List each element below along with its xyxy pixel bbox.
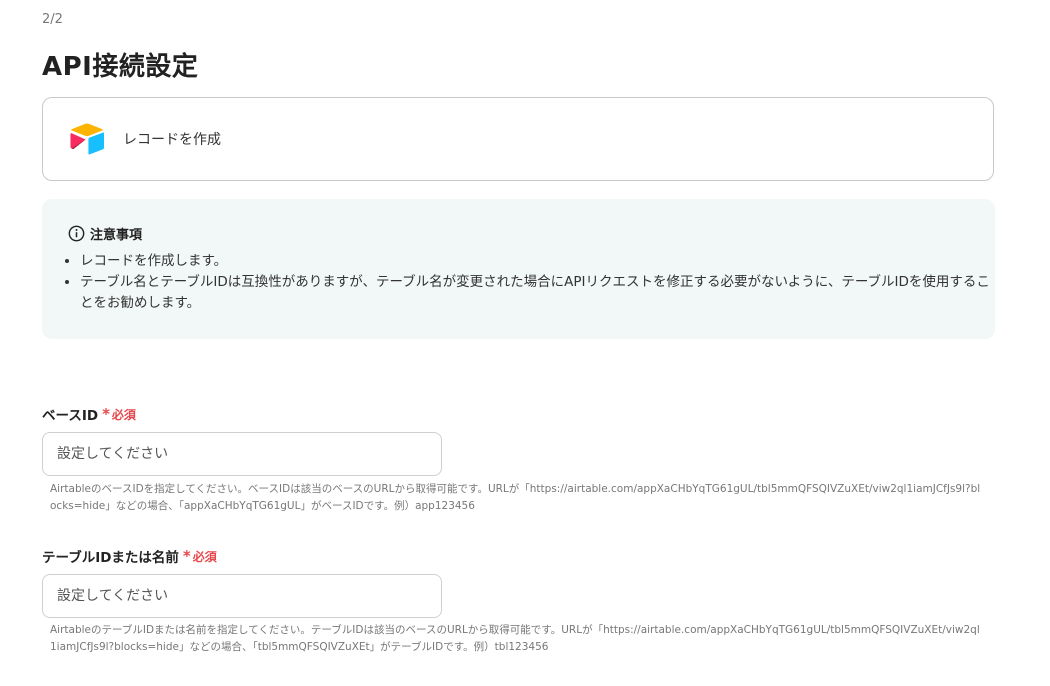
action-label: レコードを作成: [123, 132, 221, 148]
base-id-label: ベースID * 必須: [42, 404, 136, 424]
table-id-input[interactable]: [42, 574, 442, 618]
required-mark: *: [102, 405, 110, 423]
notice-box: 注意事項 レコードを作成します。 テーブル名とテーブルIDは互換性がありますが、…: [42, 199, 995, 339]
base-id-input[interactable]: [42, 432, 442, 476]
notice-heading: 注意事項: [68, 224, 142, 243]
action-card[interactable]: レコードを作成: [42, 97, 994, 181]
notice-item: テーブル名とテーブルIDは互換性がありますが、テーブル名が変更された場合にAPI…: [80, 272, 995, 314]
base-id-help: AirtableのベースIDを指定してください。ベースIDは該当のベースのURL…: [50, 483, 981, 512]
table-id-help: AirtableのテーブルIDまたは名前を指定してください。テーブルIDは該当の…: [50, 624, 980, 653]
step-indicator: 2/2: [42, 12, 63, 27]
table-id-label: テーブルIDまたは名前 * 必須: [42, 546, 217, 566]
table-id-label-text: テーブルIDまたは名前: [42, 550, 179, 566]
base-id-label-text: ベースID: [42, 408, 99, 424]
required-mark: *: [182, 547, 191, 565]
airtable-logo-icon: [70, 123, 104, 155]
page-title: API接続設定: [42, 52, 199, 82]
notice-item: レコードを作成します。: [80, 251, 995, 272]
notice-heading-text: 注意事項: [90, 228, 143, 243]
info-icon: [68, 225, 85, 242]
required-text: 必須: [192, 549, 217, 564]
notice-list: レコードを作成します。 テーブル名とテーブルIDは互換性がありますが、テーブル名…: [60, 251, 995, 314]
required-text: 必須: [111, 407, 136, 422]
